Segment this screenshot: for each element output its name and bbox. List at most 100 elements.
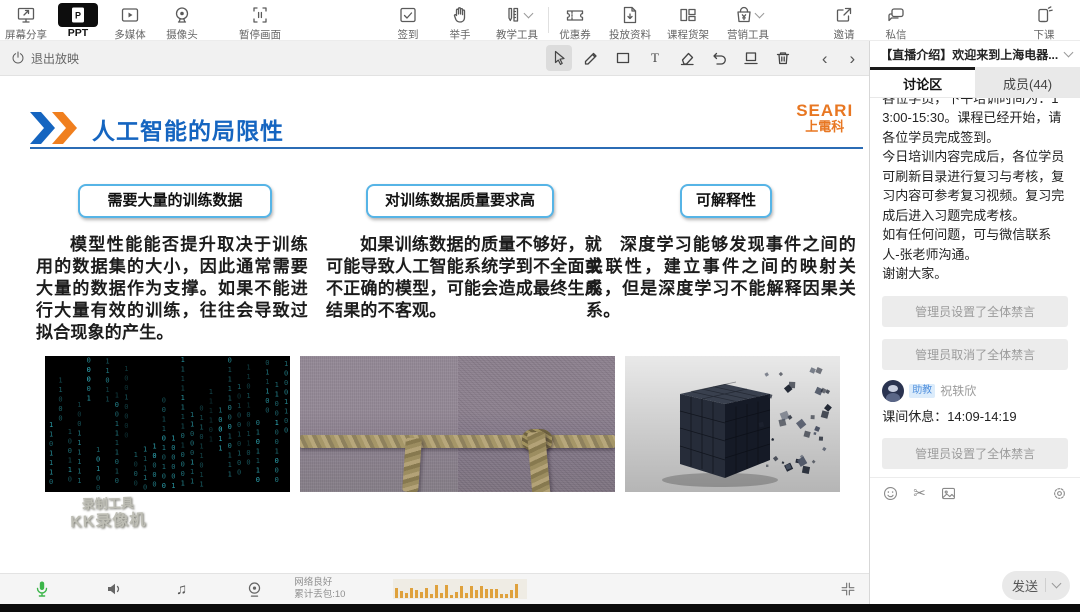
toolbar-item-invite[interactable]: 邀请	[818, 0, 870, 42]
collapse-panel-icon[interactable]	[839, 580, 857, 598]
svg-text:0: 0	[265, 359, 269, 367]
svg-text:1: 1	[246, 440, 250, 448]
live-title-bar[interactable]: 【直播介绍】欢迎来到上海电器...	[870, 41, 1080, 67]
toolbar-item-end-class[interactable]: 下课	[1018, 0, 1070, 42]
svg-text:0: 0	[275, 429, 279, 437]
svg-text:0: 0	[171, 453, 175, 461]
send-options-chevron-icon[interactable]	[1051, 578, 1062, 589]
toolbar-item-label: 多媒体	[114, 29, 146, 41]
svg-text:T: T	[651, 50, 659, 65]
chevron-down-icon	[523, 8, 533, 19]
svg-text:0: 0	[77, 420, 81, 428]
svg-text:1: 1	[199, 471, 203, 479]
svg-text:0: 0	[246, 449, 250, 457]
svg-text:0: 0	[152, 481, 156, 489]
exit-presentation-button[interactable]: 退出放映	[10, 50, 79, 67]
image-matrix-code: 1101110110001001101001111110000110100110…	[45, 356, 290, 492]
svg-text:1: 1	[162, 425, 166, 433]
svg-text:1: 1	[77, 439, 81, 447]
pen-tool[interactable]	[578, 45, 604, 71]
svg-text:1: 1	[105, 357, 109, 365]
svg-text:1: 1	[228, 395, 232, 403]
svg-text:0: 0	[171, 463, 175, 471]
prev-slide-button[interactable]: ‹	[822, 50, 828, 67]
svg-text:P: P	[75, 11, 81, 21]
toolbar-item-marketing-tools[interactable]: 营销工具	[717, 0, 779, 42]
rectangle-tool[interactable]	[610, 45, 636, 71]
svg-text:1: 1	[246, 430, 250, 438]
toolbar-item-course-shelf[interactable]: 课程货架	[659, 0, 717, 42]
svg-text:1: 1	[58, 386, 62, 394]
image-crumbling-cube	[625, 356, 840, 492]
svg-text:0: 0	[228, 423, 232, 431]
toolbar-item-private-message[interactable]: 私信	[870, 0, 922, 42]
svg-text:1: 1	[218, 406, 222, 414]
delete-tool[interactable]	[770, 45, 796, 71]
svg-text:1: 1	[105, 395, 109, 403]
chat-settings-gear-icon[interactable]	[1051, 485, 1068, 502]
svg-text:0: 0	[49, 440, 53, 448]
svg-text:0: 0	[124, 413, 128, 421]
background-music-icon[interactable]: ♫	[176, 581, 187, 598]
svg-text:0: 0	[134, 470, 138, 478]
toolbar-item-raise-hand[interactable]: 举手	[434, 0, 486, 42]
annotation-toolbar: T	[545, 45, 796, 71]
svg-text:0: 0	[162, 482, 166, 490]
toolbar-item-checkin[interactable]: 签到	[382, 0, 434, 42]
toolbar-item-multimedia[interactable]: 多媒体	[104, 0, 156, 42]
clear-screen-tool[interactable]	[738, 45, 764, 71]
svg-text:0: 0	[237, 392, 241, 400]
toolbar-item-ppt[interactable]: P PPT	[52, 0, 104, 39]
svg-text:1: 1	[181, 385, 185, 393]
chat-messages[interactable]: 1助教祝轶欣各位学员，下午培训时间为：13:00-15:30。课程已经开始，请各…	[870, 98, 1080, 477]
eraser-tool[interactable]	[674, 45, 700, 71]
svg-text:0: 0	[162, 435, 166, 443]
svg-text:0: 0	[275, 476, 279, 484]
toolbar-item-label: 私信	[885, 29, 907, 41]
toolbar-item-screen-share[interactable]: 屏幕分享	[0, 0, 52, 42]
tab-members[interactable]: 成员(44)	[975, 67, 1080, 97]
marketing-bag-icon	[734, 5, 754, 25]
svg-text:1: 1	[199, 481, 203, 489]
svg-text:0: 0	[49, 478, 53, 486]
text-tool[interactable]: T	[642, 45, 668, 71]
next-slide-button[interactable]: ›	[850, 50, 856, 67]
svg-text:1: 1	[49, 450, 53, 458]
svg-text:0: 0	[284, 389, 288, 397]
svg-text:0: 0	[228, 442, 232, 450]
shelf-icon	[678, 4, 698, 26]
chat-input[interactable]	[870, 508, 1080, 566]
svg-text:1: 1	[49, 431, 53, 439]
send-button[interactable]: 发送	[1001, 570, 1070, 600]
toolbar-item-coupon[interactable]: 优惠券	[549, 0, 601, 42]
tab-discussion[interactable]: 讨论区	[870, 67, 976, 97]
screenshot-scissors-icon[interactable]: ✂	[913, 486, 926, 501]
svg-text:1: 1	[143, 465, 147, 473]
power-icon	[10, 50, 26, 66]
svg-text:1: 1	[209, 436, 213, 444]
svg-text:0: 0	[134, 461, 138, 469]
svg-text:0: 0	[181, 451, 185, 459]
toolbar-item-camera[interactable]: 摄像头	[156, 0, 208, 42]
svg-text:1: 1	[228, 452, 232, 460]
toolbar-item-teaching-tools[interactable]: 教学工具	[486, 0, 548, 42]
heading-box-training-data: 需要大量的训练数据	[78, 184, 272, 218]
emoji-icon[interactable]	[882, 485, 899, 502]
svg-text:1: 1	[124, 394, 128, 402]
svg-text:0: 0	[218, 416, 222, 424]
svg-text:1: 1	[181, 480, 185, 488]
toolbar-item-label: 营销工具	[727, 29, 769, 41]
svg-text:1: 1	[115, 429, 119, 437]
svg-text:0: 0	[77, 410, 81, 418]
undo-tool[interactable]	[706, 45, 732, 71]
end-class-bell-icon	[1034, 4, 1054, 26]
camera-status-icon[interactable]	[245, 580, 264, 599]
svg-text:0: 0	[115, 458, 119, 466]
select-cursor-tool[interactable]	[545, 45, 572, 71]
image-upload-icon[interactable]	[940, 485, 957, 502]
toolbar-item-materials[interactable]: 投放资料	[601, 0, 659, 42]
svg-text:1: 1	[275, 419, 279, 427]
speaker-icon[interactable]	[104, 579, 124, 599]
microphone-icon[interactable]	[32, 579, 52, 599]
toolbar-item-pause-frame[interactable]: 暂停画面	[230, 0, 290, 42]
